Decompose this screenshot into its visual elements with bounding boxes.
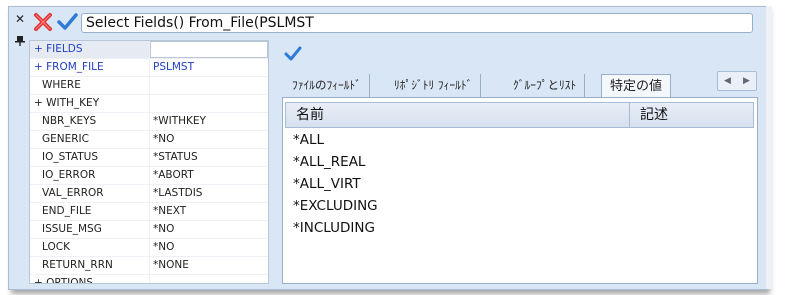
param-name: NBR_KEYS xyxy=(30,113,150,130)
parameter-grid: + FIELDS + FROM_FILE PSLMST WHERE + WITH_KEY… xyxy=(29,40,269,284)
param-row[interactable]: IO_ERROR *ABORT xyxy=(30,167,268,185)
list-item[interactable]: *ALL xyxy=(293,130,324,150)
param-value[interactable] xyxy=(150,41,268,58)
param-row[interactable]: END_FILE *NEXT xyxy=(30,203,268,221)
param-value[interactable]: PSLMST xyxy=(150,59,268,76)
tab-scroll-control: ◀ ▶ xyxy=(717,71,757,91)
checkmark-icon xyxy=(284,46,302,61)
column-header-name[interactable]: 名前 xyxy=(286,103,630,127)
param-value[interactable]: *WITHKEY xyxy=(150,113,268,130)
param-value[interactable]: *NO xyxy=(150,239,268,256)
param-name: GENERIC xyxy=(30,131,150,148)
param-row[interactable]: RETURN_RRN *NONE xyxy=(30,257,268,275)
param-row[interactable]: + FROM_FILE PSLMST xyxy=(30,59,268,77)
list-item[interactable]: *INCLUDING xyxy=(293,218,375,238)
pin-icon[interactable] xyxy=(13,35,27,49)
param-name: ISSUE_MSG xyxy=(30,221,150,238)
tab-file-fields[interactable]: ﾌｧｲﾙのﾌｨｰﾙﾄﾞ xyxy=(284,74,370,97)
cancel-button[interactable] xyxy=(32,11,54,33)
param-name: END_FILE xyxy=(30,203,150,220)
param-value[interactable]: *NEXT xyxy=(150,203,268,220)
param-row[interactable]: + FIELDS xyxy=(30,41,268,59)
param-name: IO_ERROR xyxy=(30,167,150,184)
param-value[interactable]: *LASTDIS xyxy=(150,185,268,202)
tab-scroll-right-icon[interactable]: ▶ xyxy=(737,72,756,90)
tab-groups-lists[interactable]: ｸﾞﾙｰﾌﾟとﾘｽﾄ xyxy=(505,74,586,97)
param-row[interactable]: + OPTIONS xyxy=(30,275,268,283)
param-row[interactable]: VAL_ERROR *LASTDIS xyxy=(30,185,268,203)
column-header-description[interactable]: 記述 xyxy=(630,103,753,127)
param-name: + FIELDS xyxy=(30,41,150,58)
apply-check-button[interactable] xyxy=(283,44,303,64)
cancel-x-icon xyxy=(34,13,52,31)
param-name: + OPTIONS xyxy=(30,275,150,283)
ok-button[interactable] xyxy=(56,11,78,33)
param-value[interactable] xyxy=(150,95,268,112)
param-value[interactable]: *NONE xyxy=(150,257,268,274)
param-row[interactable]: ISSUE_MSG *NO xyxy=(30,221,268,239)
param-value[interactable]: *ABORT xyxy=(150,167,268,184)
param-row[interactable]: WHERE xyxy=(30,77,268,95)
tab-scroll-left-icon[interactable]: ◀ xyxy=(718,72,737,90)
param-name: + FROM_FILE xyxy=(30,59,150,76)
param-row[interactable]: IO_STATUS *STATUS xyxy=(30,149,268,167)
tab-specific-values[interactable]: 特定の値 xyxy=(601,74,672,97)
command-input[interactable] xyxy=(81,13,753,33)
param-name: RETURN_RRN xyxy=(30,257,150,274)
list-item[interactable]: *ALL_REAL xyxy=(293,152,365,172)
tab-repository-fields[interactable]: ﾘﾎﾟｼﾞﾄﾘ ﾌｨｰﾙﾄﾞ xyxy=(386,74,482,97)
param-row[interactable]: NBR_KEYS *WITHKEY xyxy=(30,113,268,131)
param-row[interactable]: LOCK *NO xyxy=(30,239,268,257)
param-name: VAL_ERROR xyxy=(30,185,150,202)
pane-splitter[interactable] xyxy=(269,40,278,284)
checkmark-icon xyxy=(57,13,78,30)
list-item[interactable]: *EXCLUDING xyxy=(293,196,378,216)
window-edge xyxy=(766,6,772,289)
param-value[interactable] xyxy=(150,77,268,94)
param-value[interactable]: *NO xyxy=(150,221,268,238)
param-name: IO_STATUS xyxy=(30,149,150,166)
param-name: + WITH_KEY xyxy=(30,95,150,112)
list-item[interactable]: *ALL_VIRT xyxy=(293,174,361,194)
param-value[interactable] xyxy=(150,275,268,283)
param-value[interactable]: *STATUS xyxy=(150,149,268,166)
param-row[interactable]: + WITH_KEY xyxy=(30,95,268,113)
param-name: WHERE xyxy=(30,77,150,94)
param-value[interactable]: *NO xyxy=(150,131,268,148)
param-name: LOCK xyxy=(30,239,150,256)
close-icon[interactable]: ✕ xyxy=(13,12,27,26)
list-header: 名前 記述 xyxy=(285,102,754,128)
param-row[interactable]: GENERIC *NO xyxy=(30,131,268,149)
